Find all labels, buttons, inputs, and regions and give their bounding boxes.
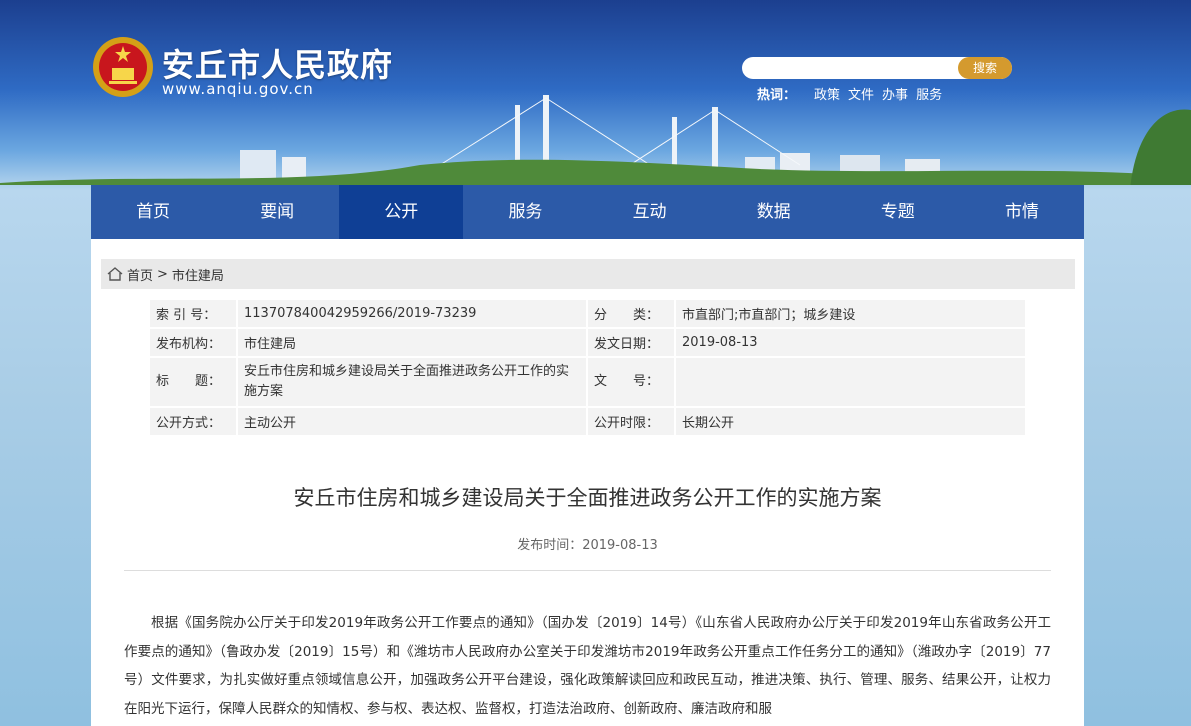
docno-label: 文 号： [586,356,676,408]
title-value: 安丘市住房和城乡建设局关于全面推进政务公开工作的实施方案 [236,356,588,408]
breadcrumb: 首页 > 市住建局 [101,259,1075,289]
index-value: 113707840042959266/2019-73239 [236,298,588,329]
date-label: 发文日期： [586,327,676,358]
publisher-value: 市住建局 [236,327,588,358]
category-value: 市直部门;市直部门；城乡建设 [674,298,1027,329]
title-label: 标 题： [148,356,238,408]
nav-item-news[interactable]: 要闻 [215,185,339,239]
article-body: 根据《国务院办公厅关于印发2019年政务公开工作要点的通知》（国办发〔2019〕… [124,615,1051,717]
breadcrumb-home[interactable]: 首页 [127,265,153,284]
nav-item-topics[interactable]: 专题 [836,185,960,239]
hot-word-link[interactable]: 政策 [814,84,840,103]
nav-item-interact[interactable]: 互动 [588,185,712,239]
hot-word-link[interactable]: 服务 [916,84,942,103]
home-icon [107,267,123,281]
hot-words-label: 热词： [757,88,797,103]
term-value: 长期公开 [674,406,1027,437]
document-metadata-table: 索 引 号： 113707840042959266/2019-73239 分 类… [148,298,1027,437]
publisher-label: 发布机构： [148,327,238,358]
publish-time: 发布时间：2019-08-13 [517,538,658,553]
breadcrumb-current[interactable]: 市住建局 [172,265,224,284]
term-label: 公开时限： [586,406,676,437]
mode-label: 公开方式： [148,406,238,437]
hot-words: 热词： 政策 文件 办事 服务 [757,84,942,103]
index-label: 索 引 号： [148,298,238,329]
site-url: www.anqiu.gov.cn [162,80,314,98]
category-label: 分 类： [586,298,676,329]
search-input[interactable] [750,59,955,77]
search-button[interactable]: 搜索 [958,57,1012,79]
divider [124,570,1051,571]
hot-word-link[interactable]: 办事 [882,84,908,103]
breadcrumb-separator: > [157,266,168,282]
article-title: 安丘市住房和城乡建设局关于全面推进政务公开工作的实施方案 [293,486,882,510]
docno-value [674,356,1027,408]
nav-item-city-info[interactable]: 市情 [960,185,1084,239]
content-panel: 首页 > 市住建局 索 引 号： 113707840042959266/2019… [91,239,1084,726]
hot-word-link[interactable]: 文件 [848,84,874,103]
nav-item-public[interactable]: 公开 [339,185,464,239]
main-nav: 首页 要闻 公开 服务 互动 数据 专题 市情 [91,185,1084,239]
nav-item-home[interactable]: 首页 [91,185,215,239]
mode-value: 主动公开 [236,406,588,437]
national-emblem-logo [93,37,153,97]
nav-item-data[interactable]: 数据 [712,185,836,239]
date-value: 2019-08-13 [674,327,1027,358]
nav-item-service[interactable]: 服务 [463,185,587,239]
city-skyline-illustration [0,95,1191,185]
